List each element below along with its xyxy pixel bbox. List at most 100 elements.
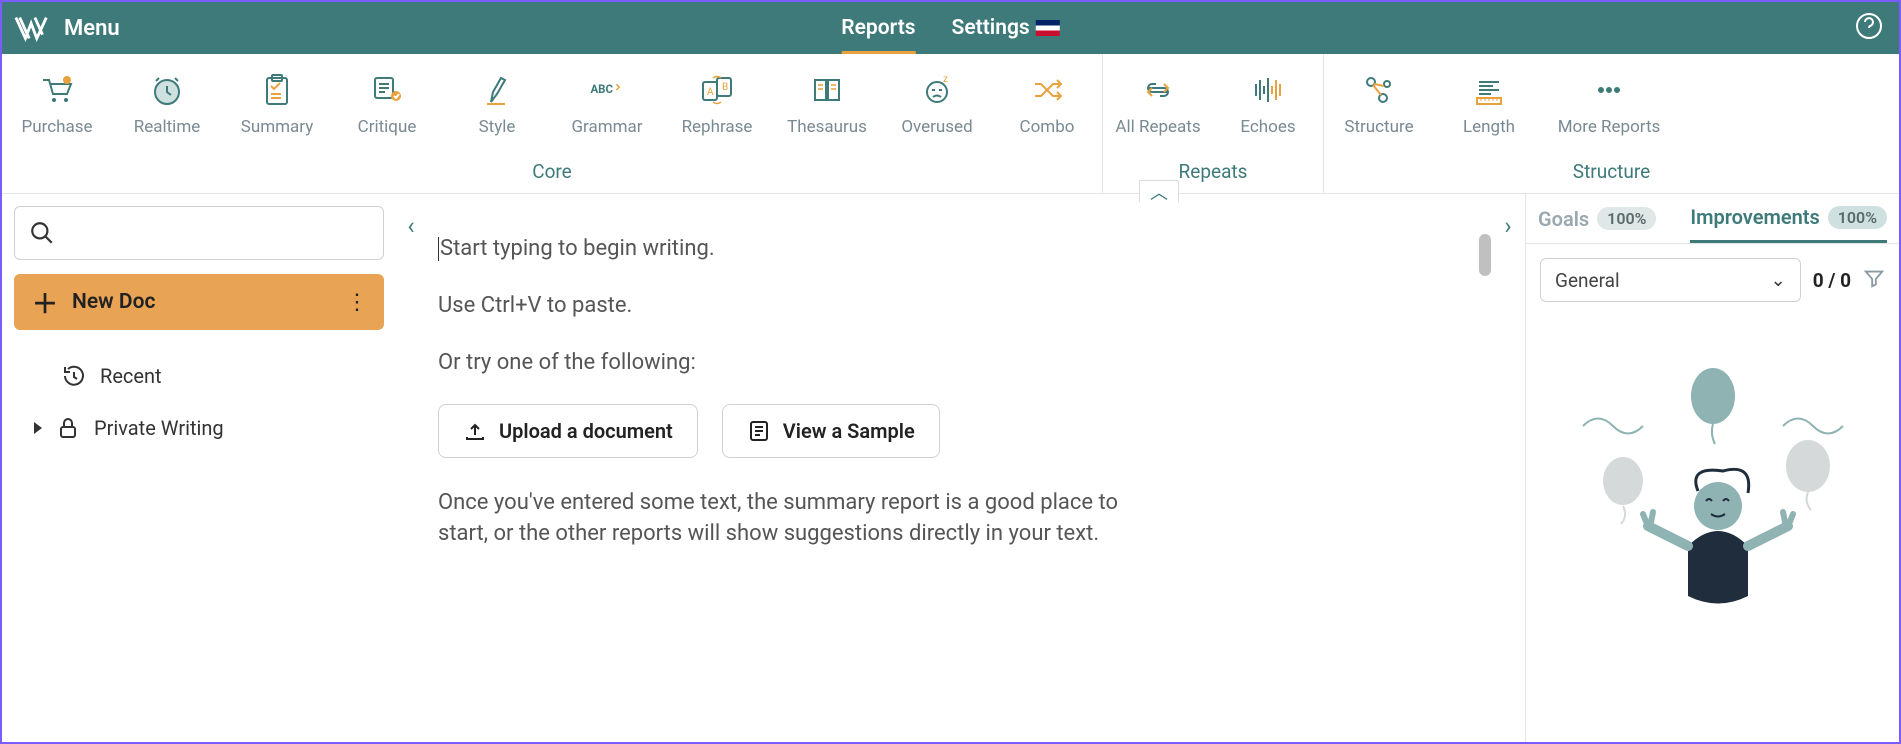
search-input[interactable] (14, 206, 384, 260)
upload-label: Upload a document (499, 419, 673, 443)
collapse-right-button[interactable]: › (1491, 194, 1525, 742)
more-icon (1591, 71, 1627, 109)
nav-label: Recent (100, 364, 162, 388)
sample-label: View a Sample (783, 419, 915, 443)
ribbon-label: Style (479, 117, 516, 137)
clipboard-icon (259, 71, 295, 109)
filter-button[interactable] (1863, 267, 1885, 293)
filter-icon (1863, 267, 1885, 289)
echoes-icon (1250, 71, 1286, 109)
ribbon-structure[interactable]: Structure (1324, 54, 1434, 154)
ribbon-echoes[interactable]: Echoes (1213, 54, 1323, 154)
tab-improvements[interactable]: Improvements 100% (1690, 194, 1887, 243)
ribbon-label: Purchase (22, 117, 93, 137)
tab-goals[interactable]: Goals 100% (1538, 207, 1656, 231)
tab-improvements-label: Improvements (1690, 205, 1819, 229)
menu-button[interactable]: Menu (64, 16, 120, 41)
svg-text:B: B (722, 82, 728, 93)
expand-panel-button[interactable]: ︿ (1139, 180, 1179, 202)
ribbon-grammar[interactable]: ABC Grammar (552, 54, 662, 154)
goals-pct-badge: 100% (1597, 207, 1656, 230)
logo-icon[interactable] (14, 13, 52, 43)
new-doc-button[interactable]: ＋ New Doc ⋮ (14, 274, 384, 330)
ribbon-purchase[interactable]: Purchase (2, 54, 112, 154)
view-sample-button[interactable]: View a Sample (722, 404, 940, 458)
search-icon (29, 220, 55, 246)
more-dots-icon[interactable]: ⋮ (346, 290, 366, 315)
plus-icon: ＋ (32, 284, 58, 321)
panel-controls: General ⌄ 0 / 0 (1526, 244, 1899, 316)
ribbon-rephrase[interactable]: AB Rephrase (662, 54, 772, 154)
scrollbar-thumb[interactable] (1479, 234, 1491, 276)
editor-placeholder-4: Once you've entered some text, the summa… (438, 488, 1138, 550)
ribbon-group-core: Core (2, 154, 1102, 193)
svg-text:A: A (707, 87, 714, 98)
celebration-illustration (1526, 316, 1899, 606)
ribbon-critique[interactable]: Critique (332, 54, 442, 154)
caret-icon (34, 422, 42, 434)
nav-recent[interactable]: Recent (14, 350, 384, 402)
cart-icon (39, 71, 75, 109)
nav-label: Private Writing (94, 416, 224, 440)
svg-text:z: z (943, 74, 948, 85)
ribbon-more-reports[interactable]: More Reports (1544, 54, 1674, 154)
lock-icon (56, 416, 80, 440)
toolbar-ribbon: Purchase Realtime Summary Critique Style… (2, 54, 1899, 194)
tab-settings-label: Settings (952, 16, 1030, 40)
ribbon-label: Thesaurus (787, 117, 867, 137)
ribbon-thesaurus[interactable]: Thesaurus (772, 54, 882, 154)
ribbon-label: Combo (1020, 117, 1075, 137)
upload-icon (463, 419, 487, 443)
tab-reports[interactable]: Reports (841, 2, 915, 54)
repeats-icon (1140, 71, 1176, 109)
shuffle-icon (1029, 71, 1065, 109)
dropdown-value: General (1555, 269, 1620, 292)
editor-placeholder-3: Or try one of the following: (438, 348, 1481, 379)
collapse-left-button[interactable]: ‹ (396, 194, 426, 742)
help-icon[interactable] (1855, 12, 1883, 44)
svg-text:ABC: ABC (590, 82, 613, 96)
ribbon-label: Length (1463, 117, 1515, 137)
sidebar-left: ＋ New Doc ⋮ Recent Private Writing (2, 194, 396, 742)
ribbon-label: Realtime (134, 117, 201, 137)
panel-right: Goals 100% Improvements 100% General ⌄ 0… (1525, 194, 1899, 742)
ribbon-label: Summary (241, 117, 313, 137)
upload-document-button[interactable]: Upload a document (438, 404, 698, 458)
abc-icon: ABC (589, 71, 625, 109)
nav-private-writing[interactable]: Private Writing (14, 402, 384, 454)
ribbon-style[interactable]: Style (442, 54, 552, 154)
rephrase-icon: AB (699, 71, 735, 109)
ribbon-group-structure: Structure (1324, 154, 1899, 193)
ribbon-combo[interactable]: Combo (992, 54, 1102, 154)
ribbon-label: Grammar (571, 117, 642, 137)
category-dropdown[interactable]: General ⌄ (1540, 258, 1801, 302)
ribbon-all-repeats[interactable]: All Repeats (1103, 54, 1213, 154)
history-icon (62, 364, 86, 388)
chevron-down-icon: ⌄ (1771, 270, 1786, 291)
improvements-pct-badge: 100% (1828, 206, 1887, 229)
header-tabs: Reports Settings (841, 2, 1059, 54)
panel-tabs: Goals 100% Improvements 100% (1526, 194, 1899, 244)
ribbon-label: All Repeats (1115, 117, 1200, 137)
ribbon-label: Echoes (1240, 117, 1295, 137)
ribbon-label: Structure (1344, 117, 1413, 137)
tab-settings[interactable]: Settings (952, 2, 1060, 54)
ruler-icon (1471, 71, 1507, 109)
tired-icon: z (919, 71, 955, 109)
clock-icon (149, 71, 185, 109)
ribbon-overused[interactable]: z Overused (882, 54, 992, 154)
ribbon-length[interactable]: Length (1434, 54, 1544, 154)
ribbon-summary[interactable]: Summary (222, 54, 332, 154)
ribbon-group-repeats: Repeats (1103, 154, 1323, 193)
editor-content[interactable]: Start typing to begin writing. Use Ctrl+… (426, 194, 1491, 742)
app-header: Menu Reports Settings (2, 2, 1899, 54)
critique-icon (369, 71, 405, 109)
ribbon-label: Rephrase (682, 117, 753, 137)
tab-goals-label: Goals (1538, 207, 1589, 231)
structure-icon (1361, 71, 1397, 109)
ribbon-label: Overused (901, 117, 972, 137)
main-area: ＋ New Doc ⋮ Recent Private Writing ‹ Sta… (2, 194, 1899, 742)
editor-placeholder-2: Use Ctrl+V to paste. (438, 291, 1481, 322)
ribbon-realtime[interactable]: Realtime (112, 54, 222, 154)
book-icon (809, 71, 845, 109)
